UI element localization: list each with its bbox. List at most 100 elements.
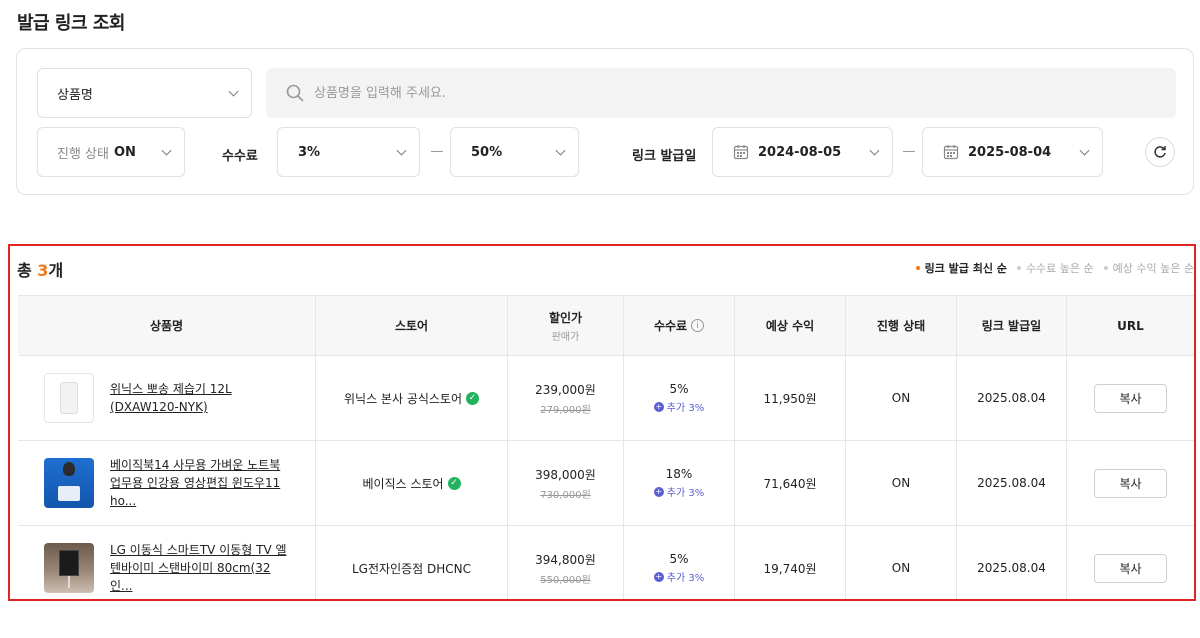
store-name: LG전자인증점 DHCNC xyxy=(352,561,471,576)
fee-cell: 5% + 추가 3% xyxy=(624,356,735,440)
fee-extra: + 추가 3% xyxy=(653,484,704,499)
original-price: 550,000원 xyxy=(540,574,591,586)
result-section: 총 3개 링크 발급 최신 순 수수료 높은 순 예상 수익 높은 순 상품명 … xyxy=(8,244,1196,601)
url-cell: 복사 xyxy=(1067,526,1194,599)
chevron-down-icon xyxy=(1079,145,1090,156)
table-header: 상품명 스토어 할인가 판매가 수수료 i 예상 수익 진행 상태 링크 발급일… xyxy=(18,296,1194,356)
fee-cell: 5% + 추가 3% xyxy=(624,526,735,599)
col-store: 스토어 xyxy=(316,296,508,355)
sort-latest-label: 링크 발급 최신 순 xyxy=(924,262,1007,275)
col-sale-price: 할인가 판매가 xyxy=(508,296,624,355)
chevron-down-icon xyxy=(396,145,407,156)
dot-icon xyxy=(1103,266,1108,270)
date-to-picker[interactable]: 2025-08-04 xyxy=(922,127,1103,177)
col-product: 상품명 xyxy=(18,296,316,355)
date-cell: 2025.08.04 xyxy=(957,526,1067,599)
info-icon[interactable]: i xyxy=(691,319,705,332)
fee-min-select[interactable]: 3% xyxy=(277,127,420,177)
original-price: 730,000원 xyxy=(540,489,591,501)
store-cell: 베이직스 스토어 ✓ xyxy=(316,441,508,525)
refresh-icon xyxy=(1154,146,1166,158)
store-cell: LG전자인증점 DHCNC xyxy=(316,526,508,599)
date-from-picker[interactable]: 2024-08-05 xyxy=(712,127,893,177)
col-url: URL xyxy=(1067,296,1194,355)
date-from-value: 2024-08-05 xyxy=(758,144,842,160)
search-input[interactable] xyxy=(314,85,1114,101)
range-dash xyxy=(903,151,915,152)
status-cell: ON xyxy=(846,441,957,525)
category-select[interactable]: 상품명 xyxy=(37,68,252,118)
total-count: 총 3개 xyxy=(17,257,63,281)
sort-fee-high[interactable]: 수수료 높은 순 xyxy=(1016,260,1094,276)
copy-button[interactable]: 복사 xyxy=(1094,468,1167,498)
col-sale-price-sub: 판매가 xyxy=(551,331,580,343)
table-row: LG 이동식 스마트TV 이동형 TV 엘텐바이미 스탠바이미 80cm(32인… xyxy=(18,526,1194,599)
chevron-down-icon xyxy=(161,145,172,156)
date-to-value: 2025-08-04 xyxy=(968,144,1052,160)
status-select-value: ON xyxy=(113,144,136,160)
store-cell: 위닉스 본사 공식스토어 ✓ xyxy=(316,356,508,440)
search-icon xyxy=(286,84,304,102)
fee-extra: + 추가 3% xyxy=(653,569,705,584)
table-row: 베이직북14 사무용 가벼운 노트북 업무용 인강용 영상편집 윈도우11 ho… xyxy=(18,441,1194,526)
status-cell: ON xyxy=(846,356,957,440)
expected-cell: 19,740원 xyxy=(735,526,846,599)
sale-price: 394,800원 xyxy=(535,552,596,567)
sort-fee-high-label: 수수료 높은 순 xyxy=(1025,262,1094,275)
fee-extra: + 추가 3% xyxy=(653,399,704,414)
col-fee-label: 수수료 xyxy=(653,319,688,333)
col-expected: 예상 수익 xyxy=(735,296,846,355)
verified-check-icon: ✓ xyxy=(447,476,461,490)
refresh-button[interactable] xyxy=(1145,137,1175,167)
expected-cell: 11,950원 xyxy=(735,356,846,440)
fee-max-select[interactable]: 50% xyxy=(450,127,579,177)
total-suffix: 개 xyxy=(48,261,64,280)
date-label: 링크 발급일 xyxy=(632,149,697,164)
price-cell: 239,000원 279,000원 xyxy=(508,356,624,440)
dot-icon xyxy=(915,266,920,270)
status-select-label: 진행 상태 xyxy=(57,146,109,162)
col-issued: 링크 발급일 xyxy=(957,296,1067,355)
filter-panel: 상품명 진행 상태 ON 수수료 3% 50% 링크 발급일 2024-08 xyxy=(16,48,1194,195)
url-cell: 복사 xyxy=(1067,356,1194,440)
sale-price: 398,000원 xyxy=(535,467,596,482)
original-price: 279,000원 xyxy=(540,404,591,416)
product-cell: LG 이동식 스마트TV 이동형 TV 엘텐바이미 스탠바이미 80cm(32인… xyxy=(18,526,316,599)
fee-value: 5% xyxy=(669,382,689,396)
copy-button[interactable]: 복사 xyxy=(1094,383,1167,413)
product-thumbnail[interactable] xyxy=(44,458,94,508)
fee-min-value: 3% xyxy=(298,144,321,160)
plus-icon: + xyxy=(653,571,664,582)
date-cell: 2025.08.04 xyxy=(957,356,1067,440)
status-cell: ON xyxy=(846,526,957,599)
plus-icon: + xyxy=(653,486,664,497)
price-cell: 394,800원 550,000원 xyxy=(508,526,624,599)
store-name: 베이직스 스토어 xyxy=(362,476,444,491)
fee-value: 5% xyxy=(669,552,689,566)
sale-price: 239,000원 xyxy=(535,382,596,397)
date-cell: 2025.08.04 xyxy=(957,441,1067,525)
fee-cell: 18% + 추가 3% xyxy=(624,441,735,525)
fee-extra-label: 추가 3% xyxy=(666,573,705,584)
status-select[interactable]: 진행 상태 ON xyxy=(37,127,185,177)
product-link[interactable]: 베이직북14 사무용 가벼운 노트북 업무용 인강용 영상편집 윈도우11 ho… xyxy=(110,456,290,510)
chevron-down-icon xyxy=(869,145,880,156)
store-name: 위닉스 본사 공식스토어 xyxy=(343,391,463,406)
search-box xyxy=(266,68,1176,118)
product-link[interactable]: 위닉스 뽀송 제습기 12L (DXAW120-NYK) xyxy=(110,380,290,416)
expected-cell: 71,640원 xyxy=(735,441,846,525)
total-number: 3 xyxy=(37,261,49,280)
product-cell: 베이직북14 사무용 가벼운 노트북 업무용 인강용 영상편집 윈도우11 ho… xyxy=(18,441,316,525)
price-cell: 398,000원 730,000원 xyxy=(508,441,624,525)
sort-expected-high[interactable]: 예상 수익 높은 순 xyxy=(1103,260,1194,276)
copy-button[interactable]: 복사 xyxy=(1094,553,1167,583)
chevron-down-icon xyxy=(228,86,239,97)
fee-label: 수수료 xyxy=(222,149,258,164)
dot-icon xyxy=(1016,266,1021,270)
sort-latest[interactable]: 링크 발급 최신 순 xyxy=(915,260,1007,276)
product-thumbnail[interactable] xyxy=(44,543,94,593)
product-link[interactable]: LG 이동식 스마트TV 이동형 TV 엘텐바이미 스탠바이미 80cm(32인… xyxy=(110,541,290,595)
col-fee: 수수료 i xyxy=(624,296,735,355)
range-dash xyxy=(431,151,443,152)
product-thumbnail[interactable] xyxy=(44,373,94,423)
